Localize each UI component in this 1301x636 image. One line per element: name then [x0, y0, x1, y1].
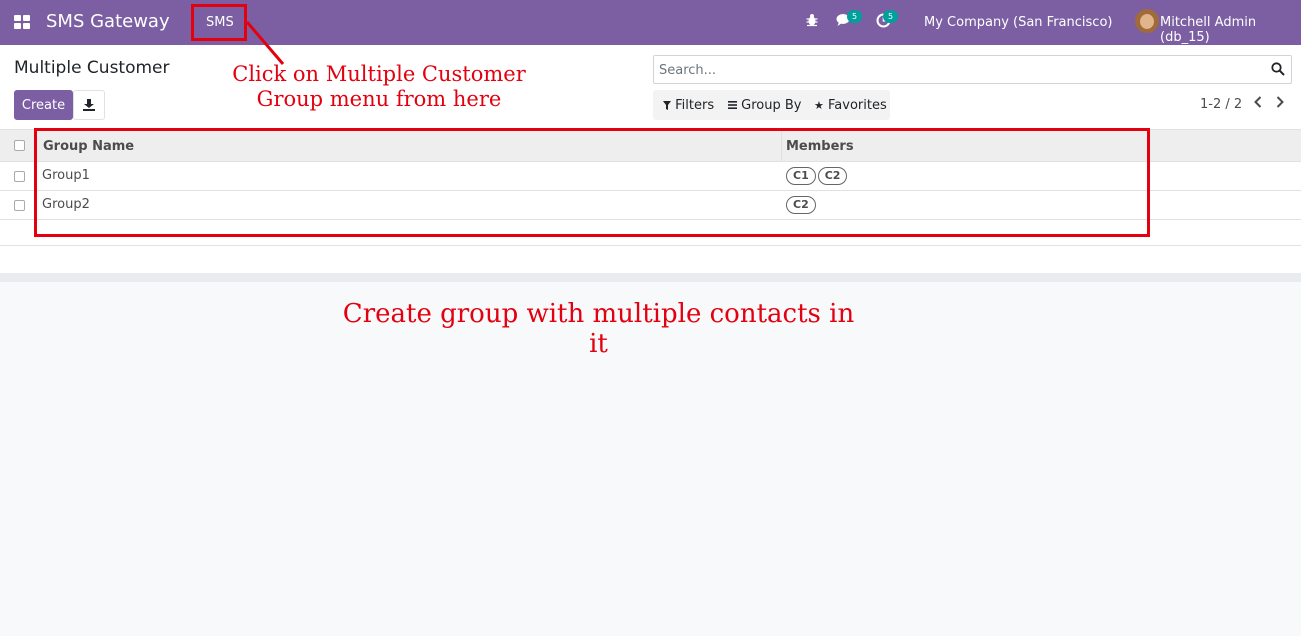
list-footer-divider	[0, 273, 1301, 282]
company-switcher[interactable]: My Company (San Francisco)	[924, 15, 1112, 30]
bug-icon[interactable]	[806, 13, 818, 31]
filter-icon	[663, 101, 671, 110]
filters-label: Filters	[675, 98, 715, 113]
download-icon	[83, 99, 95, 111]
app-brand[interactable]: SMS Gateway	[46, 11, 170, 32]
annotation-group-hint: Create group with multiple contacts in i…	[342, 299, 855, 359]
groupby-toggle[interactable]: Group By	[728, 98, 801, 113]
annotation-menu-hint-line2: Group menu from here	[256, 87, 502, 111]
control-panel: Multiple Customer Create Filters Group B…	[0, 45, 1301, 130]
select-all-checkbox[interactable]	[14, 140, 25, 151]
pager-value[interactable]: 1-2 / 2	[1200, 97, 1242, 112]
annotation-box-list	[34, 128, 1150, 237]
search-options: Filters Group By ★ Favorites	[653, 90, 890, 120]
row-checkbox[interactable]	[14, 171, 25, 182]
search-box	[653, 55, 1292, 84]
page-title: Multiple Customer	[14, 58, 170, 78]
chevron-right-icon	[1276, 96, 1284, 108]
user-menu[interactable]: Mitchell Admin (db_15)	[1160, 15, 1301, 45]
favorites-toggle[interactable]: ★ Favorites	[814, 98, 887, 113]
pager-previous-button[interactable]	[1254, 96, 1268, 112]
favorites-label: Favorites	[828, 98, 887, 113]
search-input[interactable]	[659, 60, 1259, 80]
annotation-menu-hint: Click on Multiple Customer Group menu fr…	[230, 62, 528, 112]
activities-badge: 5	[883, 10, 898, 23]
user-avatar[interactable]	[1135, 9, 1159, 33]
download-button[interactable]	[73, 90, 105, 120]
groupby-label: Group By	[741, 98, 802, 113]
list-icon	[728, 101, 737, 109]
messages-badge: 5	[847, 10, 862, 23]
search-icon[interactable]	[1271, 62, 1285, 76]
row-checkbox[interactable]	[14, 200, 25, 211]
filters-toggle[interactable]: Filters	[663, 98, 714, 113]
annotation-menu-hint-line1: Click on Multiple Customer	[232, 62, 526, 86]
pager-next-button[interactable]	[1276, 96, 1290, 112]
annotation-box-sms-menu	[191, 4, 247, 41]
apps-menu-icon[interactable]	[14, 15, 30, 29]
star-icon: ★	[814, 99, 824, 112]
create-button[interactable]: Create	[14, 90, 73, 120]
chevron-left-icon	[1254, 96, 1262, 108]
empty-row	[0, 246, 1301, 274]
